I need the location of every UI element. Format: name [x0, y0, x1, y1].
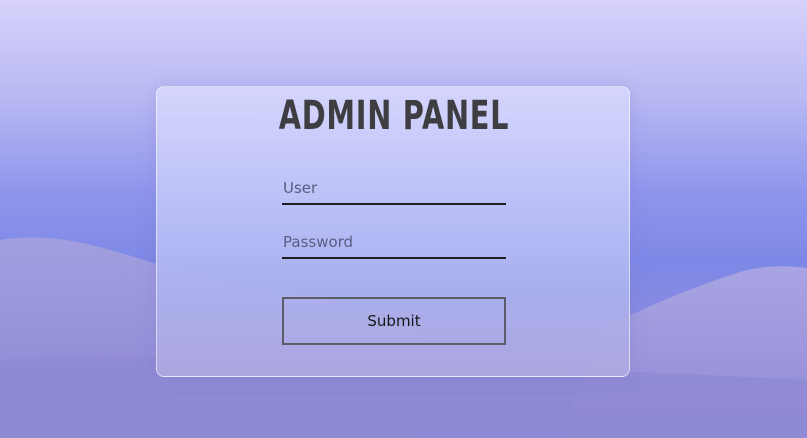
page-title: ADMIN PANEL: [278, 93, 510, 139]
submit-button[interactable]: Submit: [282, 297, 506, 345]
user-input[interactable]: [282, 173, 506, 205]
login-panel: ADMIN PANEL Submit: [156, 86, 630, 377]
password-input[interactable]: [282, 227, 506, 259]
